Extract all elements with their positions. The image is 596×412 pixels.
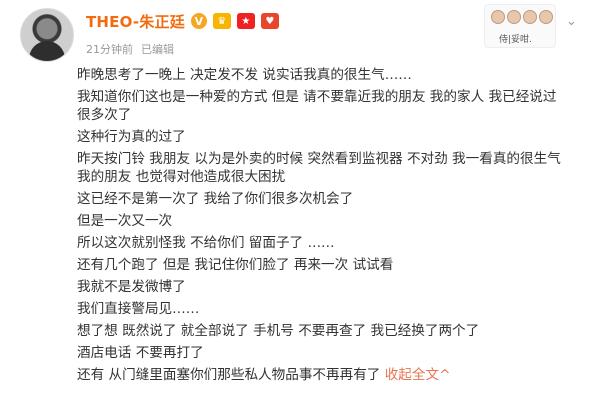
post-line: 昨天按门铃 我朋友 以为是外卖的时候 突然看到监视器 不对劲 我一看真的很生气 <box>77 151 561 167</box>
verified-badge-icon: V <box>190 13 207 29</box>
sticker-face-icon <box>491 10 505 24</box>
post-line: 想了想 既然说了 就全部说了 手机号 不要再查了 我已经换了两个了 <box>77 323 480 339</box>
post-line: 我的朋友 也觉得对他造成很大困扰 <box>77 169 286 185</box>
author-name[interactable]: THEO-朱正廷 <box>86 11 185 32</box>
post-line: 我们直接警局见…… <box>77 301 200 317</box>
post-line: 还有几个跑了 但是 我记住你们脸了 再来一次 试试看 <box>77 257 394 273</box>
post-body: 昨晚思考了一晚上 决定发不发 说实话我真的很生气…… 我知道你们这也是一种爱的方… <box>77 66 587 384</box>
chevron-up-icon: ^ <box>439 367 451 383</box>
post-line: 昨晚思考了一晚上 决定发不发 说实话我真的很生气…… <box>77 67 412 83</box>
post-time[interactable]: 21分钟前 <box>86 41 133 57</box>
sticker-face-icon <box>539 10 553 24</box>
post-line: 我知道你们这也是一种爱的方式 但是 请不要靠近我的朋友 我的家人 我已经说过 <box>77 89 557 105</box>
author-row: THEO-朱正廷 V ♛ ★ ♥ <box>86 10 279 32</box>
avatar-figure <box>29 41 65 61</box>
collapse-button[interactable]: 收起全文^ <box>385 367 451 383</box>
edited-label[interactable]: 已编辑 <box>141 41 174 57</box>
post-line: 这种行为真的过了 <box>77 129 186 145</box>
post-line: 我就不是发微博了 <box>77 279 186 295</box>
post-line: 很多次了 <box>77 107 132 123</box>
post-line: 但是一次又一次 <box>77 213 173 229</box>
post-line-text: 还有 从门缝里面塞你们那些私人物品事不再再有了 <box>77 367 381 383</box>
flag-badge-icon: ★ <box>236 13 255 29</box>
sticker-face-icon <box>523 10 537 24</box>
avatar[interactable] <box>20 8 74 62</box>
decoration-sticker[interactable]: 侍|妥咁. <box>484 4 556 48</box>
post-meta: 21分钟前 已编辑 <box>86 41 174 57</box>
fan-badge-icon: ♥ <box>260 13 279 29</box>
member-badge-icon: ♛ <box>212 13 231 29</box>
collapse-label: 收起全文 <box>384 367 440 383</box>
post-line: 所以这次就别怪我 不给你们 留面子了 …… <box>77 235 335 251</box>
sticker-caption: 侍|妥咁. <box>499 35 532 45</box>
post-line: 酒店电话 不要再打了 <box>77 345 204 361</box>
chevron-down-icon[interactable]: ⌄ <box>566 14 577 29</box>
post-line: 这已经不是第一次了 我给了你们很多次机会了 <box>77 191 354 207</box>
post-line-last: 还有 从门缝里面塞你们那些私人物品事不再再有了 收起全文^ <box>77 366 587 384</box>
post-header: THEO-朱正廷 V ♛ ★ ♥ 21分钟前 已编辑 侍|妥咁. ⌄ <box>0 0 596 66</box>
sticker-face-icon <box>507 10 521 24</box>
